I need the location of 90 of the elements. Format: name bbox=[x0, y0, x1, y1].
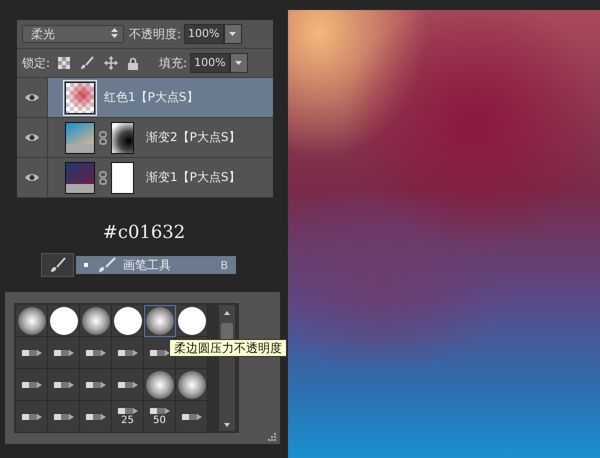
opacity-field[interactable]: 100% bbox=[184, 24, 224, 44]
hard-brush-icon bbox=[178, 306, 206, 334]
brush-tip-icon bbox=[150, 348, 170, 356]
layer-row[interactable]: 渐变2【P大点S】 bbox=[17, 118, 273, 158]
opacity-label: 不透明度: bbox=[129, 26, 182, 42]
layer-name: 红色1【P大点S】 bbox=[104, 89, 198, 106]
brush-preset[interactable] bbox=[80, 305, 112, 337]
layer-thumbnail bbox=[65, 82, 95, 114]
brush-tip-icon bbox=[182, 412, 202, 420]
brush-preset[interactable] bbox=[48, 337, 80, 369]
brush-preset[interactable] bbox=[48, 305, 80, 337]
brush-tip-icon bbox=[118, 380, 138, 388]
brush-tip-icon bbox=[86, 348, 106, 356]
tooltip: 柔边圆压力不透明度 bbox=[169, 339, 287, 357]
dropdown-button[interactable] bbox=[224, 24, 242, 44]
brush-tip-icon bbox=[54, 348, 74, 356]
brush-tip-icon bbox=[54, 412, 74, 420]
brush-tip-icon bbox=[150, 407, 170, 415]
layer-name: 渐变2【P大点S】 bbox=[146, 129, 240, 146]
brush-preset[interactable] bbox=[144, 305, 176, 337]
eye-icon[interactable] bbox=[25, 133, 39, 142]
checkerboard-icon[interactable] bbox=[58, 57, 70, 69]
brush-preset[interactable] bbox=[176, 305, 208, 337]
brush-size: 25 bbox=[121, 415, 134, 426]
brush-preset[interactable] bbox=[80, 369, 112, 401]
brush-tip-icon bbox=[22, 348, 42, 356]
brush-tip-icon bbox=[86, 412, 106, 420]
brush-preset[interactable] bbox=[112, 369, 144, 401]
brush-preset[interactable]: 50 bbox=[144, 401, 176, 433]
hard-brush-icon bbox=[50, 306, 78, 334]
resize-grip-icon[interactable] bbox=[268, 433, 276, 441]
move-icon[interactable] bbox=[104, 56, 118, 70]
brush-size: 50 bbox=[153, 415, 166, 426]
tool-menu-item[interactable]: 画笔工具 B bbox=[76, 256, 236, 274]
brush-preset[interactable] bbox=[16, 305, 48, 337]
brush-preset[interactable] bbox=[16, 401, 48, 433]
caret-icon bbox=[229, 32, 236, 36]
brush-preset[interactable] bbox=[80, 401, 112, 433]
chain-link-icon bbox=[99, 170, 107, 184]
brush-icon bbox=[48, 256, 66, 274]
brush-preset[interactable] bbox=[80, 337, 112, 369]
chain-link-icon bbox=[99, 130, 107, 144]
fill-field[interactable]: 100% bbox=[190, 53, 230, 73]
eye-icon[interactable] bbox=[25, 173, 39, 182]
color-code: #c01632 bbox=[102, 222, 186, 244]
lock-icon[interactable] bbox=[128, 56, 138, 70]
layer-row[interactable]: 渐变1【P大点S】 bbox=[17, 158, 273, 198]
brush-preset[interactable] bbox=[112, 337, 144, 369]
layer-name: 渐变1【P大点S】 bbox=[146, 169, 240, 186]
soft-brush-icon bbox=[18, 306, 46, 334]
brush-tip-icon bbox=[22, 412, 42, 420]
brush-preset[interactable] bbox=[48, 401, 80, 433]
brush-preset[interactable] bbox=[176, 369, 208, 401]
brush-preset[interactable] bbox=[112, 305, 144, 337]
tool-name: 画笔工具 bbox=[123, 256, 171, 274]
brush-icon[interactable] bbox=[80, 56, 94, 70]
eye-icon[interactable] bbox=[25, 93, 39, 102]
shortcut-key: B bbox=[220, 258, 228, 272]
brush-tip-icon bbox=[118, 348, 138, 356]
brush-tip-icon bbox=[22, 380, 42, 388]
dropdown-button[interactable] bbox=[230, 53, 248, 73]
brush-preset[interactable] bbox=[16, 337, 48, 369]
soft-brush-icon bbox=[178, 370, 206, 398]
layer-mask-thumbnail bbox=[111, 162, 134, 194]
bullet-icon bbox=[84, 263, 88, 267]
brush-tool-button[interactable] bbox=[41, 253, 74, 277]
caret-icon bbox=[235, 61, 242, 65]
brush-preset[interactable]: 25 bbox=[112, 401, 144, 433]
scroll-up-icon[interactable] bbox=[224, 311, 230, 315]
gradient-thumbnail bbox=[65, 162, 95, 194]
soft-brush-icon bbox=[146, 307, 174, 335]
soft-brush-icon bbox=[146, 370, 174, 398]
brush-tip-icon bbox=[118, 407, 138, 415]
layer-mask-thumbnail bbox=[111, 122, 134, 154]
gradient-thumbnail bbox=[65, 122, 95, 154]
brush-icon bbox=[98, 257, 116, 273]
scroll-down-icon[interactable] bbox=[224, 423, 230, 427]
layer-row[interactable]: 红色1【P大点S】 bbox=[17, 78, 273, 118]
soft-brush-icon bbox=[82, 306, 110, 334]
brush-tip-icon bbox=[86, 380, 106, 388]
lock-label: 锁定: bbox=[22, 54, 50, 72]
brush-preset[interactable] bbox=[48, 369, 80, 401]
brush-tip-icon bbox=[54, 380, 74, 388]
blend-mode-dropdown[interactable]: 柔光 bbox=[22, 25, 124, 43]
fill-label: 填充: bbox=[159, 54, 188, 72]
brush-preset[interactable] bbox=[176, 401, 208, 433]
brush-preset[interactable] bbox=[16, 369, 48, 401]
hard-brush-icon bbox=[114, 306, 142, 334]
stepper-icon bbox=[111, 28, 118, 38]
brush-preset[interactable] bbox=[144, 369, 176, 401]
